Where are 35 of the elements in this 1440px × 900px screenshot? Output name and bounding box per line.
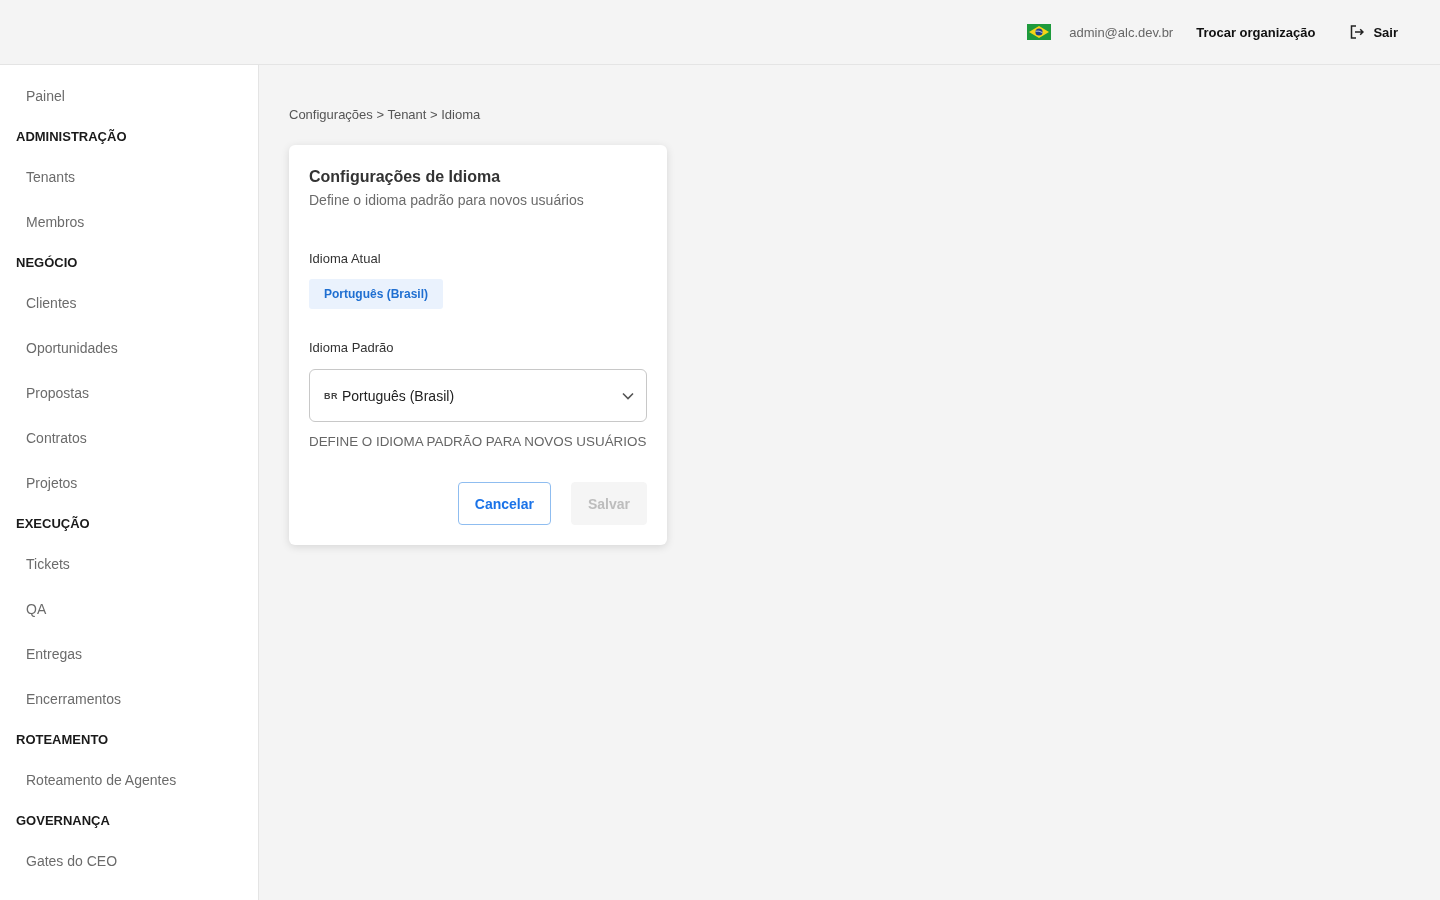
sidebar-section-heading: ROTEAMENTO bbox=[15, 730, 110, 749]
sidebar-item[interactable]: Tickets bbox=[26, 555, 70, 572]
sidebar-item[interactable]: Oportunidades bbox=[26, 339, 118, 356]
sidebar-item[interactable]: Projetos bbox=[26, 474, 78, 491]
logout-icon bbox=[1350, 25, 1365, 39]
user-email: admin@alc.dev.br bbox=[1069, 24, 1174, 40]
chevron-down-icon bbox=[622, 391, 634, 400]
sidebar-item[interactable]: Entregas bbox=[26, 645, 83, 662]
sidebar-section-heading: ADMINISTRAÇÃO bbox=[15, 127, 128, 146]
logout-button[interactable]: Sair bbox=[1350, 24, 1398, 40]
cancel-button[interactable]: Cancelar bbox=[457, 482, 551, 525]
sidebar-item[interactable]: Membros bbox=[26, 213, 85, 230]
breadcrumb: Configurações > Tenant > Idioma bbox=[289, 107, 481, 123]
sidebar-item[interactable]: Gates do CEO bbox=[26, 852, 118, 869]
sidebar-item[interactable]: Propostas bbox=[26, 384, 90, 401]
sidebar-section-heading: GOVERNANÇA bbox=[15, 811, 111, 830]
sidebar-item[interactable]: Contratos bbox=[26, 429, 87, 446]
card-subtitle: Define o idioma padrão para novos usuários bbox=[309, 191, 585, 210]
flag-icon bbox=[1027, 24, 1052, 40]
sidebar-item[interactable]: Clientes bbox=[26, 294, 77, 311]
sidebar-item[interactable]: QA bbox=[26, 600, 47, 617]
current-language-tag: Português (Brasil) bbox=[309, 279, 443, 309]
helper-text: DEFINE O IDIOMA PADRÃO PARA NOVOS USUÁRIOS bbox=[309, 433, 647, 451]
field-label: Idioma Padrão bbox=[309, 339, 395, 357]
sidebar-item[interactable]: Painel bbox=[26, 87, 65, 104]
field-label: Idioma Atual bbox=[309, 250, 382, 268]
flag-code: BR bbox=[324, 390, 338, 401]
sidebar-item[interactable]: Roteamento de Agentes bbox=[26, 771, 177, 788]
card-title: Configurações de Idioma bbox=[309, 167, 502, 187]
sidebar-section-heading: NEGÓCIO bbox=[15, 253, 79, 272]
sidebar-section-heading: EXECUÇÃO bbox=[15, 514, 91, 533]
sidebar-item[interactable]: Tenants bbox=[26, 168, 76, 185]
switch-organization-link[interactable]: Trocar organização bbox=[1196, 24, 1316, 40]
sidebar-item[interactable]: Encerramentos bbox=[26, 690, 121, 707]
language-dropdown[interactable]: BR Português (Brasil) bbox=[309, 369, 647, 422]
